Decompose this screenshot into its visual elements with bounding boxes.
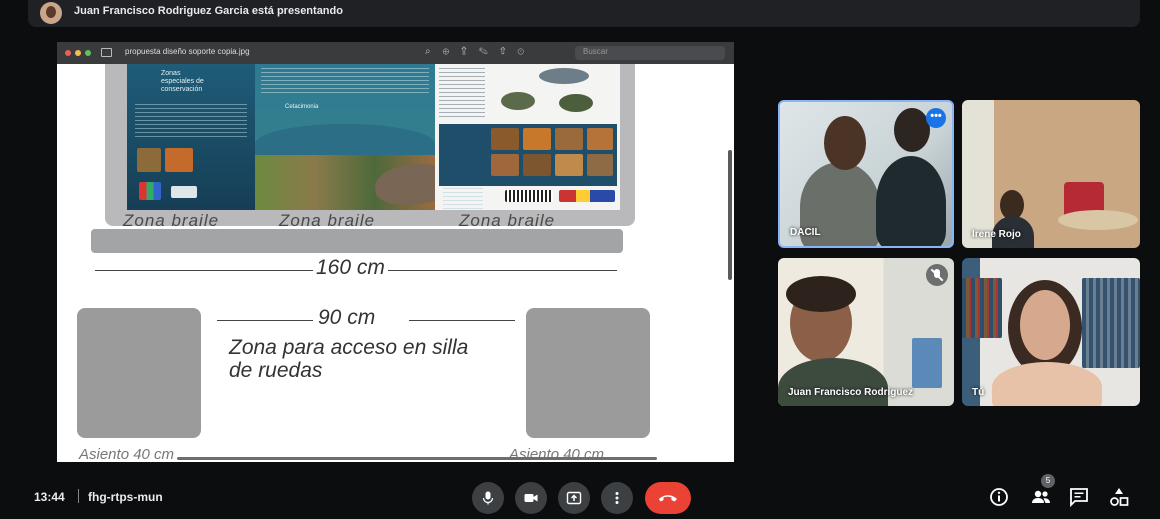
camera-icon (524, 494, 538, 502)
participant-video (824, 116, 866, 170)
sponsor-logos (559, 190, 615, 202)
turtle-illustration (501, 92, 535, 110)
species-photo (555, 154, 583, 176)
participant-video (962, 278, 1002, 338)
viewer-search-field: Buscar (575, 46, 725, 60)
presenter-avatar (40, 2, 62, 24)
meeting-code: fhg-rtps-mun (88, 490, 163, 504)
chat-icon[interactable] (1068, 486, 1090, 508)
activities-icon[interactable] (1108, 486, 1130, 508)
access-zone-label: Zona para acceso en silla de ruedas (229, 336, 469, 382)
participant-video (992, 362, 1102, 406)
sign-panel-right-caption (443, 188, 483, 210)
participant-tile-self[interactable]: Tú (962, 258, 1140, 406)
participant-video (1082, 278, 1140, 368)
sign-panel-left: Zonas especiales de conservación (127, 64, 255, 210)
present-screen-button[interactable] (558, 482, 590, 514)
seat-block-left (77, 308, 201, 438)
sign-panel-left-title: Zonas especiales de conservación (161, 70, 204, 93)
meeting-info-icon[interactable] (988, 486, 1010, 508)
people-icon[interactable] (1030, 486, 1052, 508)
seat-label-left: Asiento 40 cm (79, 446, 175, 462)
participant-video (778, 358, 888, 406)
sign-panel-center-text (261, 68, 429, 94)
presenting-text: Juan Francisco Rodriguez Garcia está pre… (74, 5, 343, 17)
dimension-line-90-right (409, 320, 515, 321)
viewer-tool-icons: ⌕⊕⇪✎⇧⊙ (425, 46, 537, 57)
species-photo (587, 128, 613, 150)
braile-zone-label: Zona braile (123, 211, 220, 230)
zoom-window-icon (85, 50, 91, 56)
microphone-button[interactable] (472, 482, 504, 514)
species-photo (491, 128, 519, 150)
participant-name: Juan Francisco Rodriguez (788, 387, 914, 398)
species-photo (587, 154, 613, 176)
participant-tile-juan[interactable]: Juan Francisco Rodriguez (778, 258, 954, 406)
participant-video (912, 338, 942, 388)
sign-panel-right (435, 64, 620, 210)
participant-name: Tú (972, 387, 985, 398)
species-photo (555, 128, 583, 150)
braile-zone-label: Zona braile (279, 211, 376, 230)
dimension-line-90-left (217, 320, 313, 321)
sign-base-shelf (91, 229, 623, 253)
width-access-label: 90 cm (315, 306, 379, 330)
participant-name: Irene Rojo (972, 229, 1021, 240)
seat-block-right (526, 308, 650, 438)
close-window-icon (65, 50, 71, 56)
microphone-icon (482, 491, 494, 505)
species-photo (523, 128, 551, 150)
participant-tile-irene[interactable]: Irene Rojo (962, 100, 1140, 248)
width-total-label: 160 cm (313, 256, 388, 280)
muted-mic-icon (926, 264, 948, 286)
more-options-button[interactable] (601, 482, 633, 514)
sidebar-toggle-icon (101, 48, 112, 57)
participant-video (894, 108, 930, 152)
sign-panel-right-text (439, 68, 485, 120)
participant-video (786, 276, 856, 312)
participant-video (1020, 290, 1070, 360)
participant-tile-dacil[interactable]: ••• DACIL (778, 100, 954, 248)
qr-codes (505, 190, 553, 202)
divider (78, 489, 79, 503)
sign-panel-left-text (135, 104, 247, 138)
participant-name: DACIL (790, 227, 821, 238)
species-photo (523, 154, 551, 176)
horizontal-scrollbar[interactable] (177, 457, 657, 460)
presenting-banner: Juan Francisco Rodriguez Garcia está pre… (28, 0, 1140, 27)
braile-zone-label: Zona braile (459, 211, 556, 230)
sign-panel-right-photos (439, 124, 617, 210)
participant-count-badge: 5 (1041, 474, 1055, 488)
meeting-control-bar: 13:44 fhg-rtps-mun (0, 470, 1160, 519)
seahorse-photo (137, 148, 161, 172)
sign-panel-center-caption: Cetacimonia (285, 104, 319, 110)
coral-photo (165, 148, 193, 172)
turtle-illustration-2 (559, 94, 593, 112)
present-screen-icon (566, 491, 582, 505)
camera-button[interactable] (515, 482, 547, 514)
participant-video (876, 156, 946, 246)
partner-logo (171, 186, 197, 198)
image-viewer-toolbar: propuesta diseño soporte copia.jpg ⌕⊕⇪✎⇧… (57, 42, 734, 64)
participant-video (1058, 210, 1138, 230)
shared-screen[interactable]: propuesta diseño soporte copia.jpg ⌕⊕⇪✎⇧… (57, 42, 734, 462)
more-vert-icon (615, 492, 619, 504)
dolphin-illustration (539, 68, 589, 84)
vertical-scrollbar[interactable] (728, 150, 732, 280)
hang-up-icon (659, 495, 677, 502)
viewer-search-placeholder: Buscar (583, 47, 608, 56)
logo-mark (139, 182, 161, 200)
leave-call-button[interactable] (645, 482, 691, 514)
viewer-file-name: propuesta diseño soporte copia.jpg (125, 47, 250, 56)
meeting-clock: 13:44 (34, 490, 65, 504)
sign-panel-center: Cetacimonia (255, 64, 435, 210)
more-options-icon[interactable]: ••• (926, 108, 946, 128)
species-photo (491, 154, 519, 176)
minimize-window-icon (75, 50, 81, 56)
